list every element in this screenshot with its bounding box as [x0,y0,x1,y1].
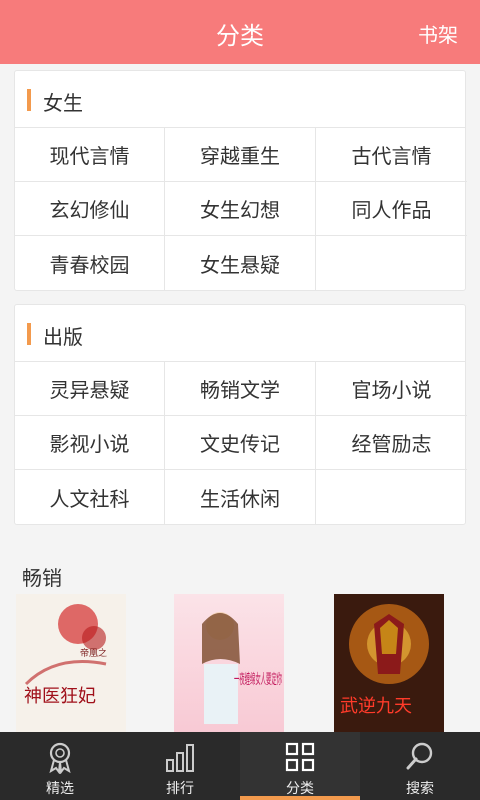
book-cover-art: 一夜缠绵女人要定你 [174,594,284,732]
grid-icon [285,742,315,772]
bar-chart-icon [166,744,194,772]
publish-category-grid: 灵异悬疑 畅销文学 官场小说 影视小说 文史传记 经管励志 人文社科 生活休闲 [15,361,467,524]
bookshelf-button[interactable]: 书架 [418,19,458,48]
cover-title: 一夜缠绵女人要定你 [234,671,282,688]
cover-title: 神医狂妃 [24,686,96,707]
page-title: 分类 [216,22,264,50]
bottom-tab-bar: 精选 排行 分类 搜索 [0,732,480,800]
bestseller-book-list: 帝凰之 神医狂妃 一夜缠绵女人要定你 [0,594,480,732]
female-category-grid: 现代言情 穿越重生 古代言情 玄幻修仙 女生幻想 同人作品 青春校园 女生悬疑 [15,127,467,290]
category-item-biography[interactable]: 文史传记 [165,416,316,470]
book-cover-2[interactable]: 一夜缠绵女人要定你 [174,594,284,732]
category-item-officialdom[interactable]: 官场小说 [316,362,467,416]
tab-label-featured: 精选 [46,781,74,797]
category-item-film-novel[interactable]: 影视小说 [15,416,165,470]
tab-search[interactable]: 搜索 [360,732,480,800]
book-cover-1[interactable]: 帝凰之 神医狂妃 [16,594,126,732]
app-header: 分类 书架 [0,0,480,64]
tab-label-search: 搜索 [406,781,434,797]
tab-ranking[interactable]: 排行 [120,732,240,800]
cover-subtitle: 帝凰之 [80,647,107,659]
cover-title: 武逆九天 [340,696,412,717]
book-cover-3[interactable]: 武逆九天 [334,594,444,732]
category-content[interactable]: 女生 现代言情 穿越重生 古代言情 玄幻修仙 女生幻想 同人作品 青春校园 女生… [0,64,480,732]
bestseller-section-title: 畅销 [22,566,62,590]
empty-cell [316,236,467,290]
category-item-supernatural[interactable]: 灵异悬疑 [15,362,165,416]
medal-icon [49,742,71,774]
category-item-modern-romance[interactable]: 现代言情 [15,128,165,182]
section-accent-bar [27,89,31,111]
category-item-business[interactable]: 经管励志 [316,416,467,470]
tab-label-ranking: 排行 [166,781,194,797]
empty-cell [316,470,467,524]
category-item-female-fantasy[interactable]: 女生幻想 [165,182,316,236]
category-item-bestseller-lit[interactable]: 畅销文学 [165,362,316,416]
female-section-header: 女生 [15,71,465,127]
category-item-lifestyle[interactable]: 生活休闲 [165,470,316,524]
search-icon [406,742,433,770]
tab-featured[interactable]: 精选 [0,732,120,800]
female-category-card: 女生 现代言情 穿越重生 古代言情 玄幻修仙 女生幻想 同人作品 青春校园 女生… [14,70,467,291]
publish-section-title: 出版 [43,325,83,349]
publish-category-card: 出版 灵异悬疑 畅销文学 官场小说 影视小说 文史传记 经管励志 人文社科 生活… [14,304,467,525]
category-item-humanities[interactable]: 人文社科 [15,470,165,524]
female-section-title: 女生 [43,91,83,115]
category-item-fan-fiction[interactable]: 同人作品 [316,182,467,236]
category-item-time-travel[interactable]: 穿越重生 [165,128,316,182]
category-item-campus[interactable]: 青春校园 [15,236,165,290]
tab-label-category: 分类 [286,781,314,797]
publish-section-header: 出版 [15,305,465,361]
category-item-xuanhuan[interactable]: 玄幻修仙 [15,182,165,236]
category-item-ancient-romance[interactable]: 古代言情 [316,128,467,182]
book-cover-art: 武逆九天 [334,594,444,732]
book-cover-art: 帝凰之 神医狂妃 [16,594,126,732]
section-accent-bar [27,323,31,345]
category-item-female-mystery[interactable]: 女生悬疑 [165,236,316,290]
tab-category[interactable]: 分类 [240,732,360,800]
